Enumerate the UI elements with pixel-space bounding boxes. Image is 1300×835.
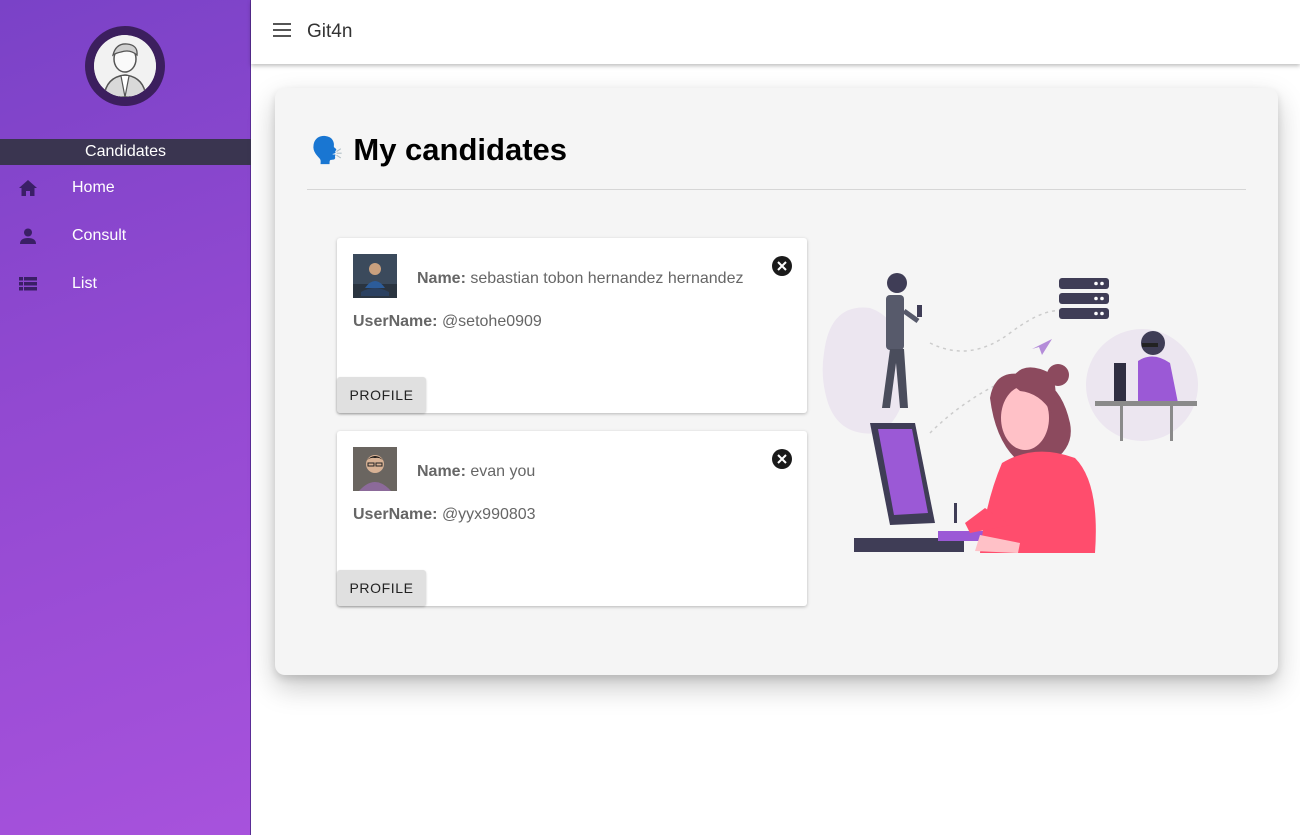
user-avatar bbox=[85, 26, 165, 106]
close-icon bbox=[777, 454, 787, 464]
person-icon bbox=[18, 226, 38, 246]
sidebar-item-consult[interactable]: Consult bbox=[0, 216, 251, 256]
divider bbox=[307, 189, 1246, 190]
speaking-head-icon: 🗣️ bbox=[311, 134, 344, 165]
candidate-username: @yyx990803 bbox=[441, 506, 536, 523]
profile-button[interactable]: PROFILE bbox=[337, 377, 426, 413]
menu-icon[interactable] bbox=[273, 23, 293, 41]
name-label: Name: bbox=[417, 463, 466, 480]
home-icon bbox=[18, 178, 38, 198]
team-illustration bbox=[820, 263, 1205, 553]
candidate-name: sebastian tobon hernandez hernandez bbox=[470, 270, 744, 287]
sidebar-item-label: List bbox=[72, 275, 97, 292]
candidate-card: Name: evan you UserName: @yyx990803 PROF… bbox=[337, 431, 807, 606]
close-icon bbox=[777, 261, 787, 271]
sidebar: Candidates Home Consult List bbox=[0, 0, 251, 835]
candidate-username-line: UserName: @yyx990803 bbox=[353, 506, 536, 524]
sidebar-section-title: Candidates bbox=[0, 139, 251, 165]
username-label: UserName: bbox=[353, 506, 438, 523]
top-app-bar: Git4n bbox=[251, 0, 1300, 64]
candidate-name-line: Name: sebastian tobon hernandez hernande… bbox=[417, 270, 743, 288]
page-title: My candidates bbox=[353, 132, 567, 167]
app-title: Git4n bbox=[307, 21, 353, 42]
candidate-username: @setohe0909 bbox=[441, 313, 542, 330]
page-heading: 🗣️ My candidates bbox=[311, 132, 567, 168]
name-label: Name: bbox=[417, 270, 466, 287]
candidate-name: evan you bbox=[470, 463, 536, 480]
username-label: UserName: bbox=[353, 313, 438, 330]
list-icon bbox=[18, 274, 38, 294]
candidate-card: Name: sebastian tobon hernandez hernande… bbox=[337, 238, 807, 413]
candidate-avatar bbox=[353, 447, 397, 491]
avatar-icon bbox=[94, 35, 156, 97]
sidebar-item-list[interactable]: List bbox=[0, 264, 251, 304]
candidate-name-line: Name: evan you bbox=[417, 463, 535, 481]
sidebar-item-home[interactable]: Home bbox=[0, 168, 251, 208]
candidate-avatar bbox=[353, 254, 397, 298]
main-panel: 🗣️ My candidates Name: sebastian tobon h… bbox=[275, 88, 1278, 675]
remove-candidate-button[interactable] bbox=[772, 449, 792, 469]
sidebar-item-label: Home bbox=[72, 179, 115, 196]
profile-button[interactable]: PROFILE bbox=[337, 570, 426, 606]
sidebar-item-label: Consult bbox=[72, 227, 127, 244]
remove-candidate-button[interactable] bbox=[772, 256, 792, 276]
candidate-username-line: UserName: @setohe0909 bbox=[353, 313, 542, 331]
